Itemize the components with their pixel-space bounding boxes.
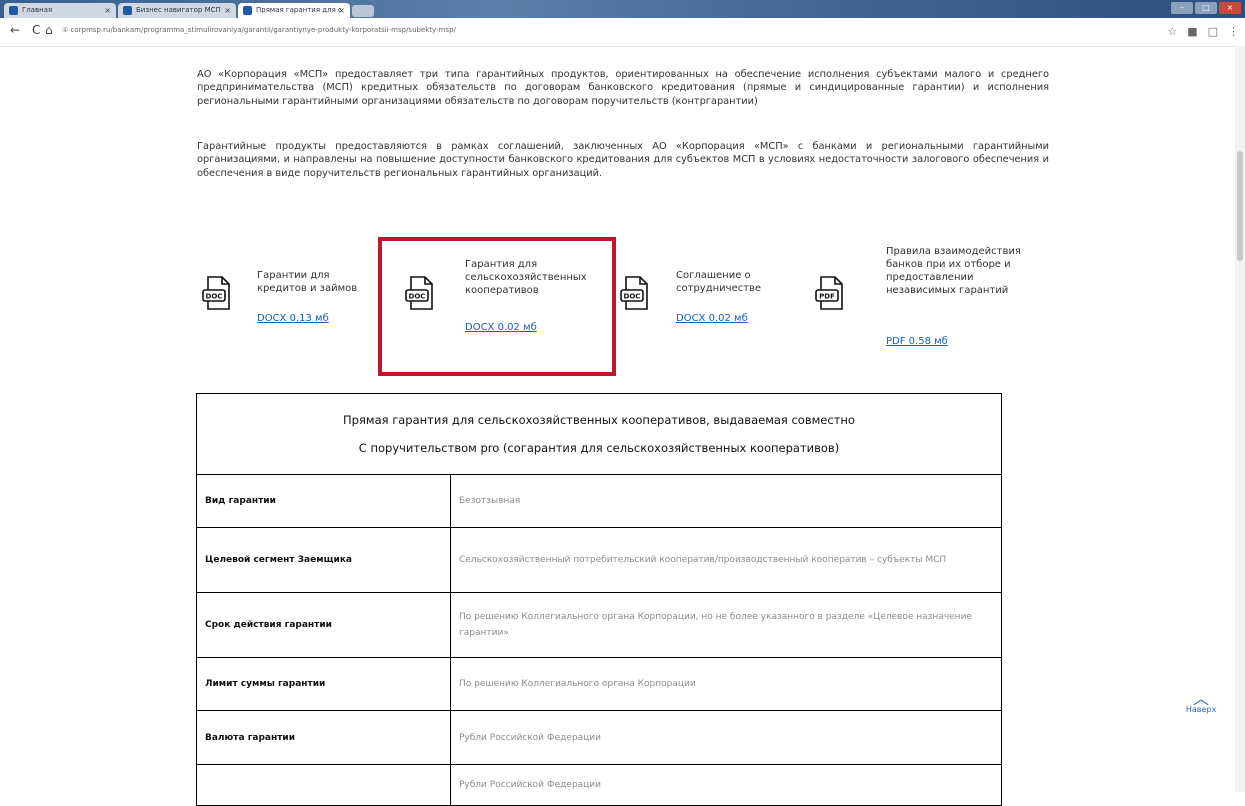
reload-button[interactable]: C [32, 23, 40, 37]
guarantee-spec-table: Прямая гарантия для сельскохозяйственных… [196, 393, 1002, 806]
scroll-to-top-label: Наверх [1185, 705, 1217, 714]
table-row: Срок действия гарантии По решению Коллег… [196, 592, 1002, 658]
intro-paragraph-1: АО «Корпорация «МСП» предоставляет три т… [197, 69, 1049, 107]
address-bar[interactable]: ① corpmsp.ru/bankam/programma_stimulirov… [62, 26, 662, 38]
row-value: По решению Коллегиального органа Корпора… [450, 657, 1002, 711]
scroll-to-top-button[interactable]: ︿ Наверх [1183, 689, 1219, 715]
home-button[interactable]: ⌂ [45, 23, 53, 37]
document-title: Гарантии для кредитов и займов [257, 270, 358, 294]
table-row: Лимит суммы гарантии По решению Коллегиа… [196, 657, 1002, 711]
new-tab-button[interactable] [352, 5, 374, 17]
menu-icon[interactable]: ⋮ [1228, 25, 1239, 38]
doc-file-icon: DOC [202, 276, 230, 310]
table-heading-line-1: Прямая гарантия для сельскохозяйственных… [343, 413, 855, 427]
document-title: Правила взаимодействия банков при их отб… [886, 246, 1021, 296]
svg-text:PDF: PDF [819, 293, 835, 301]
pdf-file-icon: PDF [815, 276, 843, 310]
tab-direct-guarantee[interactable]: Прямая гарантия для с × [238, 3, 350, 18]
close-icon[interactable]: × [338, 3, 345, 18]
table-row: Целевой сегмент Заемщика Сельскохозяйств… [196, 527, 1002, 593]
row-value: Рубли Российской Федерации [450, 764, 1002, 806]
close-icon[interactable]: × [104, 3, 111, 18]
chevron-up-icon: ︿ [1192, 689, 1209, 708]
row-label: Вид гарантии [196, 474, 451, 528]
svg-text:DOC: DOC [206, 293, 223, 301]
row-label: Валюта гарантии [196, 710, 451, 765]
extension-icon[interactable]: ■ [1187, 25, 1197, 38]
table-row: Рубли Российской Федерации [196, 764, 1002, 806]
minimize-button[interactable]: – [1171, 2, 1193, 14]
tab-home[interactable]: Главная × [4, 3, 116, 18]
row-label: Лимит суммы гарантии [196, 657, 451, 711]
highlight-frame [378, 237, 616, 376]
row-label: Срок действия гарантии [196, 592, 451, 658]
doc-file-icon: DOC [620, 276, 648, 310]
table-row: Валюта гарантии Рубли Российской Федерац… [196, 710, 1002, 765]
row-label [196, 764, 451, 806]
scrollbar-thumb[interactable] [1237, 151, 1243, 261]
intro-paragraph-2: Гарантийные продукты предоставляются в р… [197, 141, 1049, 179]
document-download-link[interactable]: PDF 0.58 мб [886, 336, 948, 347]
tab-label: Прямая гарантия для с [256, 6, 342, 14]
tab-business-navigator[interactable]: Бизнес навигатор МСП × [118, 3, 236, 18]
extension-icon[interactable]: □ [1208, 25, 1218, 38]
site-favicon-icon [9, 6, 18, 15]
bookmark-star-icon[interactable]: ☆ [1167, 25, 1177, 38]
table-row: Вид гарантии Безотзывная [196, 474, 1002, 528]
table-header-row: Прямая гарантия для сельскохозяйственных… [196, 393, 1002, 475]
window-controls: – □ × [1171, 2, 1241, 15]
tab-label: Бизнес навигатор МСП [136, 6, 221, 14]
site-favicon-icon [243, 6, 252, 15]
table-heading-line-2: С поручительством pro (согарантия для се… [358, 441, 840, 455]
document-download-link[interactable]: DOCX 0.13 мб [257, 313, 329, 324]
row-label: Целевой сегмент Заемщика [196, 527, 451, 593]
document-title: Соглашение о сотрудничестве [676, 270, 762, 294]
table-heading: Прямая гарантия для сельскохозяйственных… [196, 393, 1002, 475]
page-scrollbar[interactable] [1235, 46, 1245, 792]
row-value: Безотзывная [450, 474, 1002, 528]
maximize-button[interactable]: □ [1195, 2, 1217, 14]
browser-toolbar: ← C ⌂ ① corpmsp.ru/bankam/programma_stim… [0, 18, 1245, 47]
row-value: По решению Коллегиального органа Корпора… [450, 592, 1002, 658]
close-icon[interactable]: × [224, 3, 231, 18]
tab-label: Главная [22, 6, 53, 14]
browser-tab-bar: Главная × Бизнес навигатор МСП × Прямая … [0, 0, 1245, 18]
row-value: Рубли Российской Федерации [450, 710, 1002, 765]
window-close-button[interactable]: × [1219, 2, 1241, 14]
site-favicon-icon [123, 6, 132, 15]
row-value: Сельскохозяйственный потребительский коо… [450, 527, 1002, 593]
svg-text:DOC: DOC [624, 293, 641, 301]
back-button[interactable]: ← [10, 23, 20, 37]
document-download-link[interactable]: DOCX 0.02 мб [676, 313, 748, 324]
